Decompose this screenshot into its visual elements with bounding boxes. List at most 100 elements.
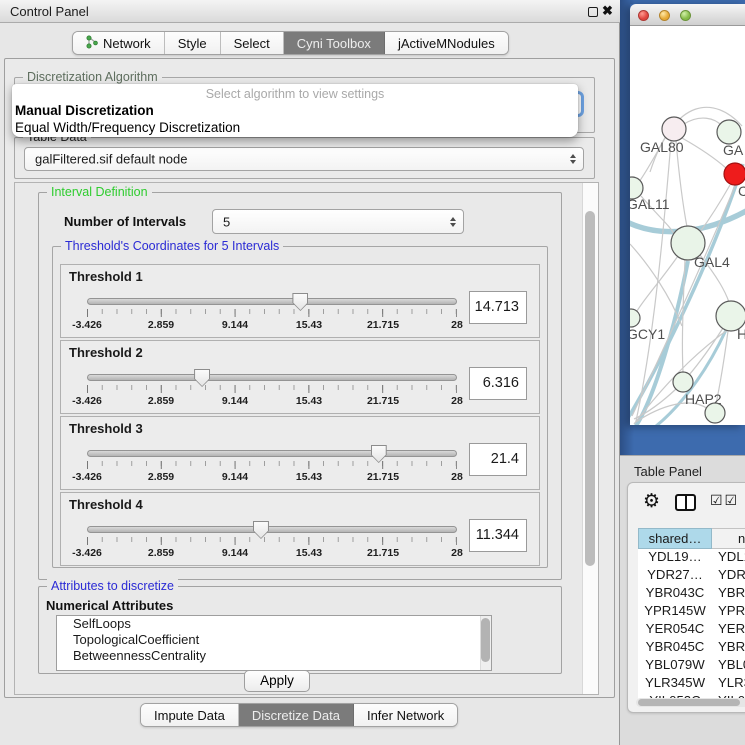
attribute-item-selfloops[interactable]: SelfLoops (57, 616, 491, 632)
cell-shared-name[interactable]: YER054C (638, 621, 712, 639)
tab-cyni-toolbox[interactable]: Cyni Toolbox (284, 32, 385, 54)
threshold-value-field[interactable]: 6.316 (469, 367, 527, 400)
slider-track[interactable] (87, 298, 457, 305)
tick-label: 9.144 (222, 395, 248, 407)
bottom-tab-impute-data[interactable]: Impute Data (141, 704, 239, 726)
table-data-combo[interactable]: galFiltered.sif default node (24, 147, 584, 171)
threshold-slider: -3.4262.8599.14415.4321.71528 (87, 526, 457, 566)
list-scrollbar-thumb[interactable] (481, 618, 490, 662)
cell-name[interactable]: YDR2 (712, 567, 745, 585)
tab-select[interactable]: Select (221, 32, 284, 54)
close-traffic-light-icon[interactable] (638, 10, 649, 21)
tab-style[interactable]: Style (165, 32, 221, 54)
network-node-gal80[interactable] (662, 117, 686, 141)
table-row[interactable]: YBR043CYBR0 (638, 585, 745, 603)
select-columns-icons[interactable]: ☑☑ (710, 493, 739, 509)
cell-shared-name[interactable]: YDR27… (638, 567, 712, 585)
tab-network[interactable]: Network (73, 32, 165, 54)
tick-label: 2.859 (148, 319, 174, 331)
threshold-title: Threshold 2 (69, 345, 143, 360)
bottom-tab-strip: Impute DataDiscretize DataInfer Network (140, 703, 458, 727)
tick-label: -3.426 (72, 319, 102, 331)
slider-track[interactable] (87, 374, 457, 381)
gear-icon[interactable]: ⚙ (643, 490, 660, 512)
tab-jactivemnodules[interactable]: jActiveMNodules (385, 32, 508, 54)
cell-shared-name[interactable]: YBR043C (638, 585, 712, 603)
tick-label: 15.43 (296, 547, 322, 559)
tab-label: jActiveMNodules (398, 36, 495, 51)
node-table-panel: ⚙ ☑☑ shared… n YDL19…YDL1YDR27…YDR2YBR04… (627, 482, 745, 713)
cell-shared-name[interactable]: YDL19… (638, 549, 712, 567)
table-row[interactable]: YER054CYER0 (638, 621, 745, 639)
tick-label: 15.43 (296, 319, 322, 331)
threshold-title: Threshold 3 (69, 421, 143, 436)
vertical-scrollbar-track[interactable] (582, 183, 598, 694)
cell-name[interactable]: YLR3 (712, 675, 745, 693)
threshold-title: Threshold 1 (69, 269, 143, 284)
window-title: Control Panel (10, 4, 89, 19)
number-of-intervals-spinner[interactable]: 5 (212, 209, 464, 234)
float-window-icon[interactable] (588, 7, 598, 17)
slider-scale: -3.4262.8599.14415.4321.71528 (87, 319, 457, 332)
network-node[interactable] (705, 403, 725, 423)
slider-track[interactable] (87, 450, 457, 457)
slider-ticks (87, 537, 457, 545)
group-title-threshold-coordinates: Threshold's Coordinates for 5 Intervals (61, 239, 283, 253)
attribute-item-betweennesscentrality[interactable]: BetweennessCentrality (57, 648, 491, 664)
tick-label: 9.144 (222, 319, 248, 331)
column-header-shared-name[interactable]: shared… (638, 528, 712, 549)
cell-shared-name[interactable]: YBR045C (638, 639, 712, 657)
tick-label: 2.859 (148, 547, 174, 559)
tick-label: 21.715 (367, 395, 399, 407)
cell-shared-name[interactable]: YPR145W (638, 603, 712, 621)
table-panel: Table Panel ⚙ ☑☑ shared… n YDL19…YDL1YDR… (620, 455, 745, 745)
algorithm-dropdown-popup: Select algorithm to view settings Manual… (12, 84, 578, 137)
option-manual-discretization[interactable]: Manual Discretization (15, 103, 154, 118)
list-scrollbar-track[interactable] (480, 616, 491, 670)
tick-label: -3.426 (72, 471, 102, 483)
slider-track[interactable] (87, 526, 457, 533)
threshold-value-field[interactable]: 14.713 (469, 291, 527, 324)
close-icon[interactable]: ✖ (602, 3, 613, 19)
bottom-tab-infer-network[interactable]: Infer Network (354, 704, 457, 726)
network-canvas[interactable]: GAL80GACGAL11GAL4GCY1HHAP2 (630, 26, 745, 425)
number-of-intervals-label: Number of Intervals (64, 214, 186, 229)
tick-label: -3.426 (72, 547, 102, 559)
apply-button[interactable]: Apply (244, 670, 310, 692)
table-row[interactable]: YLR345WYLR3 (638, 675, 745, 693)
cell-name[interactable]: YER0 (712, 621, 745, 639)
vertical-scrollbar-thumb[interactable] (585, 211, 595, 566)
slider-scale: -3.4262.8599.14415.4321.71528 (87, 395, 457, 408)
cell-name[interactable]: YDL1 (712, 549, 745, 567)
cell-name[interactable]: YPR1 (712, 603, 745, 621)
bottom-tab-discretize-data[interactable]: Discretize Data (239, 704, 354, 726)
horizontal-scrollbar-thumb[interactable] (638, 699, 740, 706)
cell-shared-name[interactable]: YBL079W (638, 657, 712, 675)
node-label-gal11: GAL11 (630, 196, 670, 212)
network-window-titlebar (630, 4, 745, 26)
network-node-c[interactable] (724, 163, 745, 185)
table-row[interactable]: YBL079WYBL0 (638, 657, 745, 675)
split-columns-icon[interactable] (675, 494, 696, 511)
attribute-item-topologicalcoefficient[interactable]: TopologicalCoefficient (57, 632, 491, 648)
cell-name[interactable]: YBR0 (712, 639, 745, 657)
table-row[interactable]: YBR045CYBR0 (638, 639, 745, 657)
threshold-value-field[interactable]: 11.344 (469, 519, 527, 552)
tick-label: 21.715 (367, 547, 399, 559)
option-equal-width-frequency[interactable]: Equal Width/Frequency Discretization (15, 120, 240, 135)
minimize-traffic-light-icon[interactable] (659, 10, 670, 21)
network-node-hap2[interactable] (673, 372, 693, 392)
cell-name[interactable]: YBL0 (712, 657, 745, 675)
top-tab-strip: NetworkStyleSelectCyni Toolbox jActiveMNo… (72, 31, 509, 55)
network-node-gcy1[interactable] (630, 309, 640, 327)
cell-shared-name[interactable]: YLR345W (638, 675, 712, 693)
horizontal-scrollbar-track[interactable] (636, 698, 745, 707)
cell-name[interactable]: YBR0 (712, 585, 745, 603)
table-row[interactable]: YPR145WYPR1 (638, 603, 745, 621)
column-header-name[interactable]: n (712, 528, 745, 549)
zoom-traffic-light-icon[interactable] (680, 10, 691, 21)
threshold-value-field[interactable]: 21.4 (469, 443, 527, 476)
table-row[interactable]: YDL19…YDL1 (638, 549, 745, 567)
network-node-ga[interactable] (717, 120, 741, 144)
table-row[interactable]: YDR27…YDR2 (638, 567, 745, 585)
